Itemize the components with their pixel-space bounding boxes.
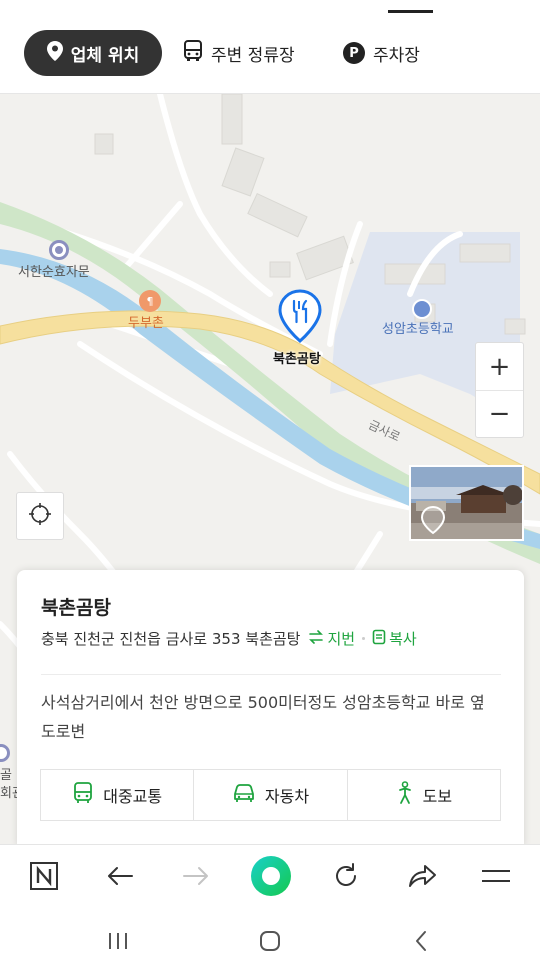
- tab-parking[interactable]: P 주차장: [343, 30, 420, 76]
- parking-icon: P: [343, 42, 365, 64]
- place-description: 사석삼거리에서 천안 방면으로 500미터정도 성암초등학교 바로 옆 도로변: [41, 693, 485, 741]
- map-label-dubuchon: 두부촌: [128, 316, 164, 331]
- system-back-button[interactable]: [406, 928, 436, 958]
- naver-logo-icon: [29, 861, 59, 895]
- map-label-seohan: 서한순효자문: [18, 265, 90, 280]
- tab-business-location[interactable]: 업체 위치: [24, 30, 162, 76]
- tab-label: 주차장: [373, 45, 420, 66]
- map-tab-bar: 업체 위치 주변 정류장 P 주차장: [0, 0, 540, 94]
- recent-apps-icon: [106, 931, 130, 955]
- swap-icon: [308, 629, 324, 648]
- jibun-label: 지번: [327, 630, 356, 648]
- back-button[interactable]: [103, 861, 137, 895]
- street-view-pin-icon: [420, 505, 446, 539]
- menu-button[interactable]: [479, 861, 513, 895]
- home-button[interactable]: [255, 928, 285, 958]
- copy-label: 복사: [389, 630, 417, 648]
- tab-label: 업체 위치: [70, 45, 140, 66]
- arrow-left-icon: [106, 865, 134, 891]
- separator-dot: [362, 637, 366, 640]
- scroll-indicator: [388, 10, 433, 13]
- system-navigation-bar: [0, 910, 540, 972]
- browser-toolbar: [0, 844, 540, 910]
- share-arrow-icon: [407, 863, 437, 893]
- tab-nearby-stops[interactable]: 주변 정류장: [183, 30, 295, 76]
- action-label: 자동차: [264, 787, 310, 806]
- green-dot-button[interactable]: [250, 855, 292, 901]
- bus-icon: [183, 39, 203, 67]
- place-address: 충북 진천군 진천읍 금사로 353 북촌곰탕: [41, 630, 301, 648]
- zoom-out-button[interactable]: −: [476, 390, 523, 437]
- share-button[interactable]: [405, 861, 439, 895]
- tab-label: 주변 정류장: [211, 45, 295, 66]
- place-info-card: 북촌곰탕 충북 진천군 진천읍 금사로 353 북촌곰탕 지번 복사 사석삼거리…: [17, 570, 524, 846]
- location-pin-icon: [46, 40, 63, 66]
- zoom-in-button[interactable]: +: [476, 343, 523, 390]
- recent-apps-button[interactable]: [103, 928, 133, 958]
- copy-button[interactable]: 복사: [372, 628, 417, 649]
- action-label: 도보: [422, 787, 453, 806]
- copy-icon: [372, 629, 386, 649]
- naver-home-button[interactable]: [27, 861, 61, 895]
- map-label-school: 성암초등학교: [382, 322, 454, 337]
- directions-actions: 대중교통 자동차 도보: [40, 769, 501, 821]
- restaurant-marker-icon[interactable]: ¶: [139, 290, 161, 312]
- walk-directions-button[interactable]: 도보: [346, 770, 500, 820]
- heritage-marker-icon[interactable]: [49, 240, 69, 260]
- crosshair-icon: [28, 502, 52, 530]
- map-label-left-1: 골: [0, 768, 12, 783]
- street-view-thumbnail[interactable]: [409, 465, 524, 541]
- refresh-button[interactable]: [329, 861, 363, 895]
- car-icon: [232, 783, 256, 807]
- transit-directions-button[interactable]: 대중교통: [41, 770, 193, 820]
- walk-icon: [396, 781, 414, 809]
- action-label: 대중교통: [103, 787, 163, 806]
- arrow-right-icon: [182, 865, 210, 891]
- green-dot-icon: [250, 855, 292, 901]
- home-icon: [258, 929, 282, 957]
- school-marker-icon[interactable]: [412, 299, 432, 319]
- place-pin-icon[interactable]: [278, 289, 322, 343]
- current-location-button[interactable]: [16, 492, 64, 540]
- hamburger-icon: [481, 866, 511, 890]
- bus-icon: [72, 782, 94, 808]
- pin-label: 북촌곰탕: [273, 352, 321, 367]
- forward-button[interactable]: [179, 861, 213, 895]
- chevron-left-icon: [413, 930, 429, 956]
- car-directions-button[interactable]: 자동차: [193, 770, 346, 820]
- place-name: 북촌곰탕: [41, 597, 111, 619]
- divider: [41, 674, 501, 675]
- place-address-row: 충북 진천군 진천읍 금사로 353 북촌곰탕 지번 복사: [41, 628, 417, 649]
- zoom-controls: + −: [475, 342, 524, 438]
- jibun-toggle-button[interactable]: 지번: [308, 628, 355, 649]
- refresh-icon: [332, 862, 360, 894]
